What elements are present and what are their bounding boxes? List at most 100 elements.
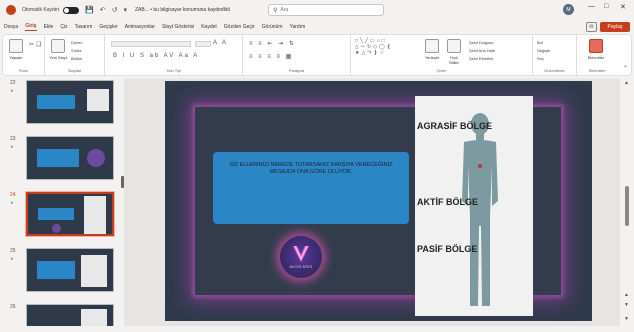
scroll-down-icon[interactable]: ▼ [624,316,629,322]
quick-styles-icon [447,39,461,53]
tab-kaydet[interactable]: Kaydet [201,24,217,30]
thumbnail-number: 26 [10,304,16,310]
shapes-gallery[interactable]: □╲╱▭○□ △↼↻◇◯❴ ★△↷❵☆ [355,38,393,56]
tab-gecisler[interactable]: Geçişler [99,24,117,30]
customize-qat-icon[interactable]: ▾ [123,6,127,14]
drawing-group-label: Çizim [436,68,447,73]
paragraph-group-label: Paragraf [288,68,305,73]
slide-thumbnail-24[interactable] [25,191,115,237]
font-size-grow-shrink-icons[interactable]: A A [213,40,228,46]
paste-icon [9,39,23,53]
current-slide[interactable]: SİZ ELLERİNİZİ NEREDE TUTARSANIZ KARŞIYA… [165,81,592,321]
collapse-ribbon-icon[interactable]: ⌃ [623,65,630,72]
tab-gorunum[interactable]: Görünüm [262,24,283,30]
replace-button[interactable]: Değiştir [537,48,551,53]
status-bar [0,326,634,332]
zone-label-active: AKTİF BÖLGE [417,197,478,207]
font-format-icons[interactable]: B I U S ab AV Aa A [113,53,199,59]
powerpoint-logo-icon [6,5,16,15]
scrollbar-thumb[interactable] [625,186,629,226]
list-icons[interactable]: ≡ ≡ ⇤ ⇥ ⇅ [249,40,296,47]
slide-text-box[interactable]: SİZ ELLERİNİZİ NEREDE TUTARSANIZ KARŞIYA… [213,152,409,224]
comments-button[interactable]: ✉ [586,22,597,32]
minimize-icon[interactable]: — [588,3,595,10]
zone-label-passive: PASİF BÖLGE [417,244,478,254]
font-size-select[interactable] [195,41,211,47]
cut-copy-icons[interactable]: ✂❏ [29,41,43,48]
find-button[interactable]: Bul [537,40,543,45]
clipboard-group-label: Pano [18,68,29,73]
addins-label: Eklentiler [587,55,605,60]
animation-star-icon: ★ [10,256,14,261]
font-name-select[interactable] [111,41,191,47]
tab-slayt-gosterisi[interactable]: Slayt Gösterisi [162,24,194,30]
new-slide-label: Yeni Slayt [49,55,67,60]
zone-label-aggressive: AGRASİF BÖLGE [417,121,493,131]
shape-outline-button[interactable]: Şekil Ana Hattı [469,48,495,53]
shape-effects-button[interactable]: Şekil Efektleri [469,56,493,61]
section-button[interactable]: Bölüm [71,56,82,61]
redo-icon[interactable]: ↺ [112,6,118,14]
arrange-label: Yerleştir [424,55,440,60]
maximize-icon[interactable]: □ [604,3,608,10]
ribbon-tabs: Dosya Giriş Ekle Çiz Tasarım Geçişler An… [0,20,634,34]
align-icons[interactable]: ≡ ≡ ≡ ≡ ▦ [249,53,293,60]
addins-group: Eklentiler Eklentiler [577,35,617,75]
thumbnail-number: 25 [10,248,16,254]
document-name[interactable]: ZAB... • bu bilgisayar konumuna kaydedil… [135,7,230,13]
paste-button[interactable]: Yapıştır [7,39,25,60]
scroll-down-page-icon[interactable]: ▼ [624,302,629,308]
human-figure-icon [462,113,498,306]
slide-thumbnail-23[interactable] [26,136,114,180]
paragraph-group: ≡ ≡ ⇤ ⇥ ⇅ ≡ ≡ ≡ ≡ ▦ Paragraf [243,35,351,75]
new-slide-icon [51,39,65,53]
slides-group: Yeni Slayt Düzen Sıfırla Bölüm Slaytlar [45,35,105,75]
tab-animasyonlar[interactable]: Animasyonlar [125,24,155,30]
addins-icon [589,39,603,53]
shape-fill-button[interactable]: Şekil Dolgusu [469,40,493,45]
tab-ciz[interactable]: Çiz [60,24,67,30]
layout-button[interactable]: Düzen [71,40,83,45]
tab-tasarim[interactable]: Tasarım [75,24,93,30]
vertical-scrollbar[interactable]: ▲ ▲ ▼ ▼ [622,78,632,326]
new-slide-button[interactable]: Yeni Slayt [49,39,67,60]
editing-group-label: Düzenleme [544,68,565,73]
slide-thumbnail-25[interactable] [26,248,114,292]
tab-yardim[interactable]: Yardım [290,24,306,30]
scroll-up-page-icon[interactable]: ▲ [624,292,629,298]
slide-thumbnails-panel: 22 ★ 23 ★ 24 ★ 25 ★ 26 [0,78,124,332]
select-button[interactable]: Seç [537,56,544,61]
drawing-group: □╲╱▭○□ △↼↻◇◯❴ ★△↷❵☆ Yerleştir Hızlı Stille… [351,35,533,75]
reset-button[interactable]: Sıfırla [71,48,81,53]
search-box[interactable]: ⚲ Ara [268,4,384,16]
scroll-up-icon[interactable]: ▲ [624,80,629,86]
thumbnail-number: 22 [10,80,16,86]
tab-dosya[interactable]: Dosya [4,24,18,30]
addins-group-label: Eklentiler [588,68,606,73]
tab-ekle[interactable]: Ekle [44,24,54,30]
save-icon[interactable]: 💾 [85,6,94,14]
animation-star-icon: ★ [10,88,14,93]
search-icon: ⚲ [273,7,278,14]
tab-giris[interactable]: Giriş [25,23,37,31]
slide-text: SİZ ELLERİNİZİ NEREDE TUTARSANIZ KARŞIYA… [229,162,393,176]
animation-star-icon: ★ [10,200,14,205]
quick-styles-label: Hızlı Stiller [448,55,459,65]
body-zones-panel[interactable]: AGRASİF BÖLGE AKTİF BÖLGE PASİF BÖLGE [415,96,533,316]
autosave-toggle[interactable] [62,6,79,14]
search-placeholder: Ara [280,7,289,13]
addins-button[interactable]: Eklentiler [587,39,605,60]
ribbon: Yapıştır ✂❏ Pano Yeni Slayt Düzen Sıfırl… [2,34,632,76]
share-button[interactable]: Paylaş [600,22,630,32]
quick-styles-button[interactable]: Hızlı Stiller [445,39,463,65]
slide-thumbnail-22[interactable] [26,80,114,124]
paste-label: Yapıştır [9,55,23,60]
slide-canvas: SİZ ELLERİNİZİ NEREDE TUTARSANIZ KARŞIYA… [124,78,620,326]
avatar[interactable]: M [563,4,574,15]
undo-icon[interactable]: ↶ [100,6,106,14]
tab-gozden-gecir[interactable]: Gözden Geçir [224,24,255,30]
clipboard-group: Yapıştır ✂❏ Pano [3,35,45,75]
arrange-button[interactable]: Yerleştir [423,39,441,60]
close-icon[interactable]: ✕ [620,3,626,11]
logo-text: AVCIR ATES [289,265,313,269]
